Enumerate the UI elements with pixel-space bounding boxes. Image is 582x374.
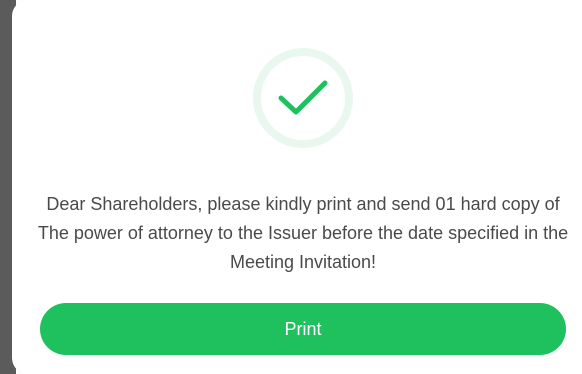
print-button-label: Print — [284, 318, 322, 339]
success-icon-circle — [261, 56, 345, 140]
dialog-message: Dear Shareholders, please kindly print a… — [37, 194, 569, 272]
checkmark-success-icon — [278, 80, 328, 115]
print-button[interactable]: Print — [40, 303, 566, 355]
print-reminder-dialog: Dear Shareholders, please kindly print a… — [12, 0, 582, 374]
success-icon-ring — [253, 48, 353, 148]
